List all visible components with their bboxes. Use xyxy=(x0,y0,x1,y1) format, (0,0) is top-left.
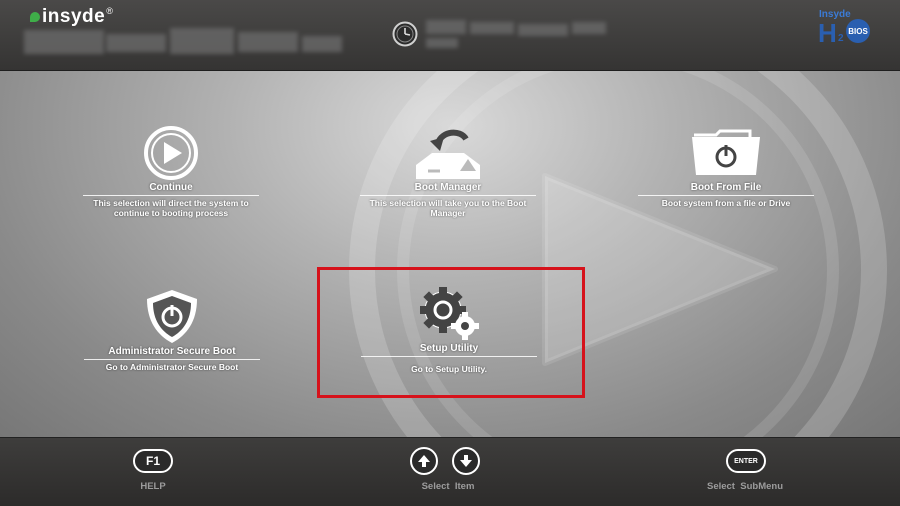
header-bar: insyde ® Insyde H 2 BIOS xyxy=(0,0,900,71)
select-submenu-caption: Select SubMenu xyxy=(706,481,783,492)
arrow-up-icon xyxy=(418,455,430,467)
svg-text:BIOS: BIOS xyxy=(848,27,868,36)
play-circle-icon xyxy=(144,126,198,180)
insyde-h2o-bios-logo: Insyde H 2 BIOS xyxy=(818,9,870,46)
selection-highlight-box xyxy=(317,267,585,398)
svg-text:2: 2 xyxy=(838,33,844,44)
tile-administrator-secure-boot[interactable]: Administrator Secure Boot Go to Administ… xyxy=(84,287,260,373)
tile-continue[interactable]: Continue This selection will direct the … xyxy=(83,125,259,218)
system-info-redacted xyxy=(24,28,344,58)
footer-bar: F1 HELP Select Item ENTER Select SubMenu xyxy=(0,437,900,506)
arrow-down-key[interactable] xyxy=(452,447,480,475)
f1-help-key[interactable]: F1 xyxy=(133,449,173,473)
brand-registered-mark: ® xyxy=(106,6,113,16)
tile-boot-manager[interactable]: Boot Manager This selection will take yo… xyxy=(360,125,536,218)
tile-description: Go to Administrator Secure Boot xyxy=(105,362,239,372)
svg-text:H: H xyxy=(818,18,837,46)
tile-label: Administrator Secure Boot xyxy=(84,345,260,360)
bios-boot-menu-screen: insyde ® Insyde H 2 BIOS Continue This s… xyxy=(0,0,900,506)
clock-icon xyxy=(392,21,418,47)
folder-power-icon xyxy=(692,129,760,175)
brand-name: insyde xyxy=(42,6,106,27)
boot-arrow-icon xyxy=(416,129,480,179)
arrow-down-icon xyxy=(460,455,472,467)
tile-label: Boot Manager xyxy=(360,181,536,196)
select-item-caption: Select Item xyxy=(421,481,475,492)
tile-label: Boot From File xyxy=(638,181,814,196)
shield-power-icon xyxy=(147,290,197,343)
leaf-icon xyxy=(30,12,40,22)
help-caption: HELP xyxy=(140,481,166,492)
tile-description: This selection will take you to the Boot… xyxy=(369,198,527,218)
insyde-logo: insyde ® xyxy=(30,6,113,28)
tile-label: Continue xyxy=(83,181,259,196)
arrow-up-key[interactable] xyxy=(410,447,438,475)
boot-menu-area: Continue This selection will direct the … xyxy=(0,71,900,437)
enter-key[interactable]: ENTER xyxy=(726,449,766,473)
datetime-redacted xyxy=(422,18,612,50)
tile-boot-from-file[interactable]: Boot From File Boot system from a file o… xyxy=(638,125,814,209)
tile-description: Boot system from a file or Drive xyxy=(661,198,791,208)
tile-description: This selection will direct the system to… xyxy=(93,198,249,218)
